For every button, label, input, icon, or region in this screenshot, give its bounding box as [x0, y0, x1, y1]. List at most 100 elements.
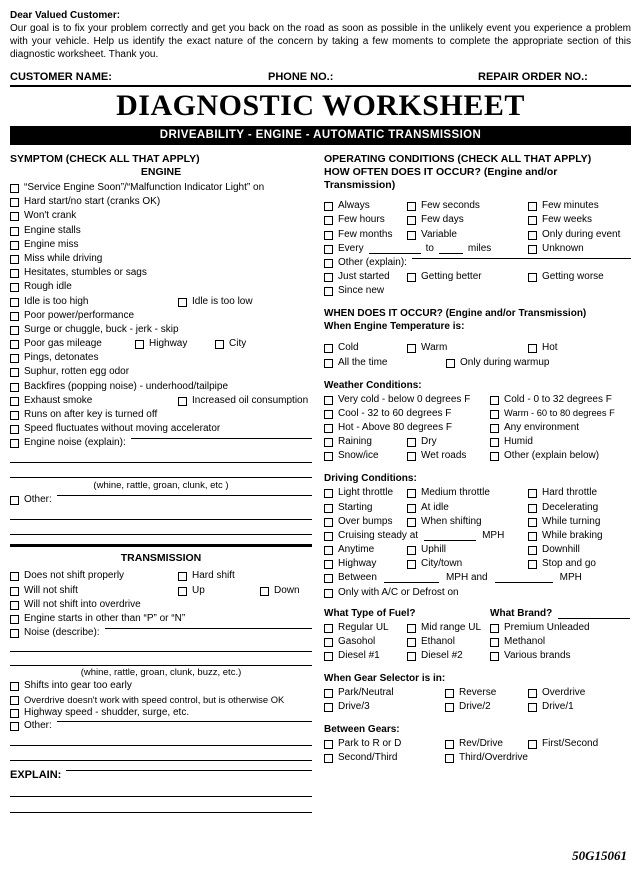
hard-throttle-option[interactable]: Hard throttle	[528, 488, 597, 499]
checkbox-row[interactable]: “Service Engine Soon”/“Malfunction Indic…	[10, 183, 312, 194]
diesel-1-option[interactable]: Diesel #1	[324, 651, 407, 662]
poor-gas-option[interactable]: Poor gas mileage	[10, 339, 135, 350]
write-in-line[interactable]	[10, 534, 313, 536]
checkbox[interactable]	[407, 503, 417, 513]
oil-consumption-option[interactable]: Increased oil consumption	[178, 395, 308, 406]
checkbox[interactable]	[490, 438, 500, 448]
checkbox[interactable]	[324, 703, 334, 713]
checkbox[interactable]	[324, 574, 334, 584]
checkbox-row[interactable]: Suphur, rotten egg odor	[10, 367, 312, 378]
checkbox[interactable]	[324, 244, 334, 254]
other-explain-write-in[interactable]	[411, 258, 631, 260]
checkbox[interactable]	[324, 423, 334, 433]
transmission-other-row[interactable]: Other:	[10, 721, 313, 732]
checkbox[interactable]	[528, 517, 538, 527]
engine-noise-write-in[interactable]	[130, 438, 313, 440]
checkbox[interactable]	[407, 623, 417, 633]
checkbox[interactable]	[324, 637, 334, 647]
checkbox[interactable]	[445, 703, 455, 713]
diesel-2-option[interactable]: Diesel #2	[407, 651, 490, 662]
checkbox[interactable]	[10, 283, 19, 293]
medium-throttle-option[interactable]: Medium throttle	[407, 488, 528, 499]
checkbox[interactable]	[445, 740, 455, 750]
checkbox[interactable]	[407, 438, 417, 448]
checkbox[interactable]	[324, 652, 334, 662]
second-third-option[interactable]: Second/Third	[324, 753, 445, 764]
checkbox[interactable]	[528, 689, 538, 699]
checkbox[interactable]	[528, 560, 538, 570]
checkbox-row[interactable]: Engine starts in other than “P” or “N”	[10, 613, 312, 624]
humid-option[interactable]: Humid	[490, 437, 533, 448]
checkbox[interactable]	[10, 614, 19, 624]
checkbox[interactable]	[324, 517, 334, 527]
checkbox[interactable]	[528, 230, 538, 240]
checkbox-row[interactable]: Engine stalls	[10, 225, 312, 236]
checkbox[interactable]	[324, 623, 334, 633]
when-shifting-option[interactable]: When shifting	[407, 516, 528, 527]
write-in-line[interactable]	[10, 665, 313, 667]
highway-driving-option[interactable]: Highway	[324, 559, 407, 570]
checkbox-row[interactable]: Hesitates, stumbles or sags	[10, 268, 312, 279]
transmission-other-write-in[interactable]	[56, 721, 313, 723]
checkbox[interactable]	[10, 297, 19, 307]
checkbox[interactable]	[10, 629, 19, 639]
checkbox[interactable]	[324, 202, 334, 212]
various-brands-option[interactable]: Various brands	[490, 651, 571, 662]
weather-option[interactable]: Cold - 0 to 32 degrees F	[490, 394, 612, 405]
checkbox[interactable]	[528, 489, 538, 499]
checkbox[interactable]	[324, 409, 334, 419]
checkbox[interactable]	[178, 297, 187, 307]
checkbox[interactable]	[10, 198, 19, 208]
checkbox[interactable]	[528, 531, 538, 541]
checkbox-row[interactable]: Since new	[324, 286, 631, 297]
freq-option[interactable]: Always	[324, 201, 407, 212]
checkbox[interactable]	[407, 344, 417, 354]
checkbox[interactable]	[490, 409, 500, 419]
checkbox[interactable]	[10, 695, 19, 705]
other-write-in[interactable]	[56, 495, 313, 497]
idle-high-option[interactable]: Idle is too high	[10, 296, 178, 307]
checkbox-row[interactable]: Poor power/performance	[10, 310, 312, 321]
drive-1-option[interactable]: Drive/1	[528, 702, 574, 713]
park-neutral-option[interactable]: Park/Neutral	[324, 688, 445, 699]
exhaust-smoke-option[interactable]: Exhaust smoke	[10, 395, 178, 406]
stop-and-go-option[interactable]: Stop and go	[528, 559, 596, 570]
freq-option[interactable]: Few seconds	[407, 201, 528, 212]
checkbox[interactable]	[324, 344, 334, 354]
write-in-line[interactable]	[10, 796, 313, 798]
cruising-option[interactable]: Cruising steady at MPH	[324, 530, 528, 541]
weather-option[interactable]: Hot - Above 80 degrees F	[324, 422, 490, 433]
checkbox[interactable]	[10, 325, 19, 335]
cruising-mph-field[interactable]	[424, 531, 477, 541]
checkbox-row[interactable]: Surge or chuggle, buck - jerk - skip	[10, 324, 312, 335]
checkbox[interactable]	[10, 396, 19, 406]
checkbox[interactable]	[407, 489, 417, 499]
third-overdrive-option[interactable]: Third/Overdrive	[445, 753, 528, 764]
checkbox-row[interactable]: Won't crank	[10, 211, 312, 222]
checkbox-row[interactable]: Rough idle	[10, 282, 312, 293]
getting-better-option[interactable]: Getting better	[407, 272, 528, 283]
write-in-line[interactable]	[10, 462, 313, 464]
checkbox[interactable]	[324, 546, 334, 556]
down-option[interactable]: Down	[260, 585, 300, 596]
checkbox[interactable]	[10, 411, 19, 421]
checkbox[interactable]	[490, 637, 500, 647]
checkbox[interactable]	[260, 586, 269, 596]
snow-ice-option[interactable]: Snow/ice	[324, 451, 407, 462]
drive-3-option[interactable]: Drive/3	[324, 702, 445, 713]
hard-shift-option[interactable]: Hard shift	[178, 571, 235, 582]
checkbox[interactable]	[10, 212, 19, 222]
checkbox[interactable]	[528, 244, 538, 254]
just-started-option[interactable]: Just started	[324, 272, 407, 283]
checkbox[interactable]	[407, 652, 417, 662]
checkbox[interactable]	[10, 439, 19, 449]
checkbox[interactable]	[324, 273, 334, 283]
uphill-option[interactable]: Uphill	[407, 545, 528, 556]
transmission-noise-write-in[interactable]	[104, 628, 313, 630]
explain-write-in[interactable]	[66, 770, 313, 772]
highway-option[interactable]: Highway	[135, 339, 215, 350]
hot-option[interactable]: Hot	[528, 343, 558, 354]
will-not-shift-option[interactable]: Will not shift	[10, 585, 178, 596]
checkbox[interactable]	[324, 452, 334, 462]
checkbox-row[interactable]: Miss while driving	[10, 253, 312, 264]
